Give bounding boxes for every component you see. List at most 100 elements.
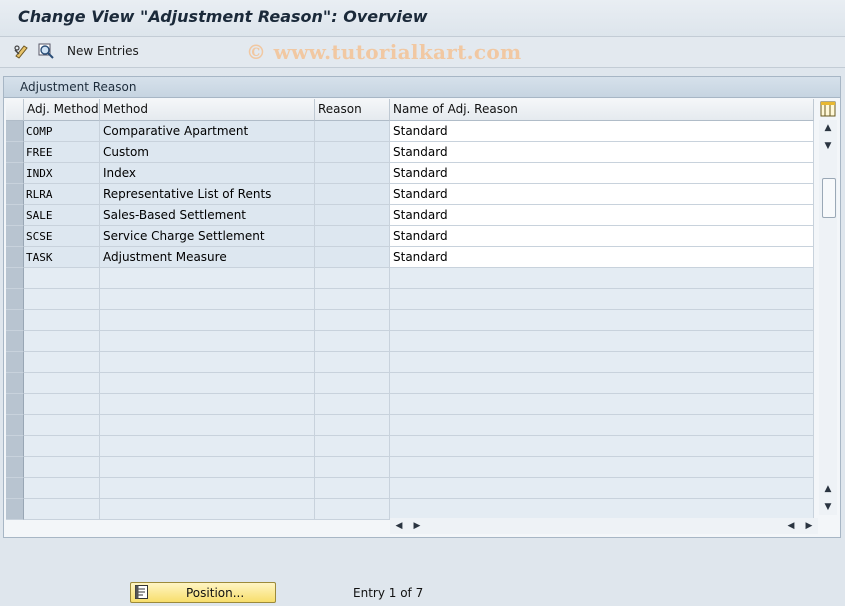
cell-name-of-adj-reason[interactable] bbox=[390, 373, 814, 394]
cell-name-of-adj-reason[interactable]: Standard bbox=[390, 121, 814, 142]
cell-adj-method bbox=[24, 478, 100, 499]
cell-name-of-adj-reason[interactable] bbox=[390, 310, 814, 331]
row-selector[interactable] bbox=[6, 352, 24, 373]
cell-adj-method bbox=[24, 268, 100, 289]
cell-reason bbox=[315, 289, 390, 310]
cell-method bbox=[100, 457, 315, 478]
cell-name-of-adj-reason[interactable]: Standard bbox=[390, 163, 814, 184]
column-header-name-of-adj-reason[interactable]: Name of Adj. Reason bbox=[390, 99, 814, 121]
row-selector[interactable] bbox=[6, 415, 24, 436]
column-settings-icon[interactable] bbox=[820, 101, 836, 117]
empty-table-row[interactable] bbox=[6, 478, 814, 499]
cell-name-of-adj-reason[interactable]: Standard bbox=[390, 247, 814, 268]
cell-reason bbox=[315, 142, 390, 163]
scroll-up-icon[interactable]: ▲ bbox=[819, 120, 837, 136]
row-selector[interactable] bbox=[6, 457, 24, 478]
table-row[interactable]: RLRA Representative List of Rents Standard bbox=[6, 184, 814, 205]
row-selector[interactable] bbox=[6, 373, 24, 394]
cell-name-of-adj-reason[interactable] bbox=[390, 331, 814, 352]
empty-table-row[interactable] bbox=[6, 457, 814, 478]
new-entries-button[interactable]: New Entries bbox=[67, 44, 139, 58]
cell-method bbox=[100, 310, 315, 331]
row-selector[interactable] bbox=[6, 226, 24, 247]
empty-table-row[interactable] bbox=[6, 310, 814, 331]
cell-method bbox=[100, 499, 315, 520]
cell-name-of-adj-reason[interactable] bbox=[390, 352, 814, 373]
scroll-page-down-icon[interactable]: ▼ bbox=[819, 499, 837, 515]
scroll-right-icon[interactable]: ▶ bbox=[802, 518, 816, 534]
cell-reason bbox=[315, 121, 390, 142]
table-row[interactable]: SALE Sales-Based Settlement Standard bbox=[6, 205, 814, 226]
cell-name-of-adj-reason[interactable] bbox=[390, 268, 814, 289]
row-selector[interactable] bbox=[6, 121, 24, 142]
position-button[interactable]: Position... bbox=[130, 582, 276, 603]
scroll-left-icon[interactable]: ◀ bbox=[784, 518, 798, 534]
cell-name-of-adj-reason[interactable] bbox=[390, 499, 814, 520]
vertical-scrollbar[interactable]: ▲ ▼ ▲ ▼ bbox=[819, 120, 837, 515]
row-selector[interactable] bbox=[6, 184, 24, 205]
cell-reason bbox=[315, 268, 390, 289]
cell-method bbox=[100, 352, 315, 373]
empty-table-row[interactable] bbox=[6, 436, 814, 457]
table-row[interactable]: TASK Adjustment Measure Standard bbox=[6, 247, 814, 268]
empty-table-row[interactable] bbox=[6, 331, 814, 352]
cell-name-of-adj-reason[interactable]: Standard bbox=[390, 142, 814, 163]
row-selector[interactable] bbox=[6, 331, 24, 352]
table-row[interactable]: COMP Comparative Apartment Standard bbox=[6, 121, 814, 142]
cell-adj-method bbox=[24, 352, 100, 373]
horizontal-scrollbar-left[interactable]: ◀ ▶ bbox=[390, 518, 428, 534]
cell-adj-method bbox=[24, 457, 100, 478]
cell-name-of-adj-reason[interactable] bbox=[390, 436, 814, 457]
row-selector[interactable] bbox=[6, 205, 24, 226]
empty-table-row[interactable] bbox=[6, 394, 814, 415]
horizontal-scroll-track[interactable] bbox=[428, 518, 782, 534]
cell-method: Representative List of Rents bbox=[100, 184, 315, 205]
row-selector[interactable] bbox=[6, 436, 24, 457]
row-selector[interactable] bbox=[6, 163, 24, 184]
scroll-right-icon[interactable]: ▶ bbox=[410, 518, 424, 534]
empty-table-row[interactable] bbox=[6, 352, 814, 373]
cell-reason bbox=[315, 331, 390, 352]
row-selector[interactable] bbox=[6, 268, 24, 289]
cell-adj-method bbox=[24, 310, 100, 331]
row-selector[interactable] bbox=[6, 247, 24, 268]
row-selector[interactable] bbox=[6, 499, 24, 520]
scroll-down-icon[interactable]: ▼ bbox=[819, 138, 837, 154]
display-change-icon[interactable] bbox=[13, 42, 31, 60]
row-selector[interactable] bbox=[6, 478, 24, 499]
cell-method: Index bbox=[100, 163, 315, 184]
cell-name-of-adj-reason[interactable] bbox=[390, 394, 814, 415]
column-header-method[interactable]: Method bbox=[100, 99, 315, 121]
select-view-icon[interactable] bbox=[37, 42, 55, 60]
cell-name-of-adj-reason[interactable] bbox=[390, 478, 814, 499]
row-selector[interactable] bbox=[6, 394, 24, 415]
horizontal-scrollbar-right[interactable]: ◀ ▶ bbox=[782, 518, 818, 534]
cell-adj-method bbox=[24, 331, 100, 352]
scroll-thumb[interactable] bbox=[822, 178, 836, 218]
scroll-left-icon[interactable]: ◀ bbox=[392, 518, 406, 534]
table-row[interactable]: FREE Custom Standard bbox=[6, 142, 814, 163]
cell-name-of-adj-reason[interactable]: Standard bbox=[390, 226, 814, 247]
cell-method bbox=[100, 289, 315, 310]
row-selector[interactable] bbox=[6, 310, 24, 331]
column-header-adj-method[interactable]: Adj. Method bbox=[24, 99, 100, 121]
cell-name-of-adj-reason[interactable]: Standard bbox=[390, 205, 814, 226]
row-selector[interactable] bbox=[6, 289, 24, 310]
empty-table-row[interactable] bbox=[6, 268, 814, 289]
cell-name-of-adj-reason[interactable] bbox=[390, 415, 814, 436]
scroll-page-up-icon[interactable]: ▲ bbox=[819, 481, 837, 497]
table-row[interactable]: INDX Index Standard bbox=[6, 163, 814, 184]
cell-name-of-adj-reason[interactable] bbox=[390, 289, 814, 310]
cell-adj-method bbox=[24, 394, 100, 415]
empty-table-row[interactable] bbox=[6, 415, 814, 436]
cell-name-of-adj-reason[interactable] bbox=[390, 457, 814, 478]
cell-reason bbox=[315, 457, 390, 478]
row-selector[interactable] bbox=[6, 142, 24, 163]
column-header-reason[interactable]: Reason bbox=[315, 99, 390, 121]
table-row[interactable]: SCSE Service Charge Settlement Standard bbox=[6, 226, 814, 247]
empty-table-row[interactable] bbox=[6, 373, 814, 394]
empty-table-row[interactable] bbox=[6, 499, 814, 520]
empty-table-row[interactable] bbox=[6, 289, 814, 310]
cell-name-of-adj-reason[interactable]: Standard bbox=[390, 184, 814, 205]
select-all-header[interactable] bbox=[6, 99, 24, 121]
